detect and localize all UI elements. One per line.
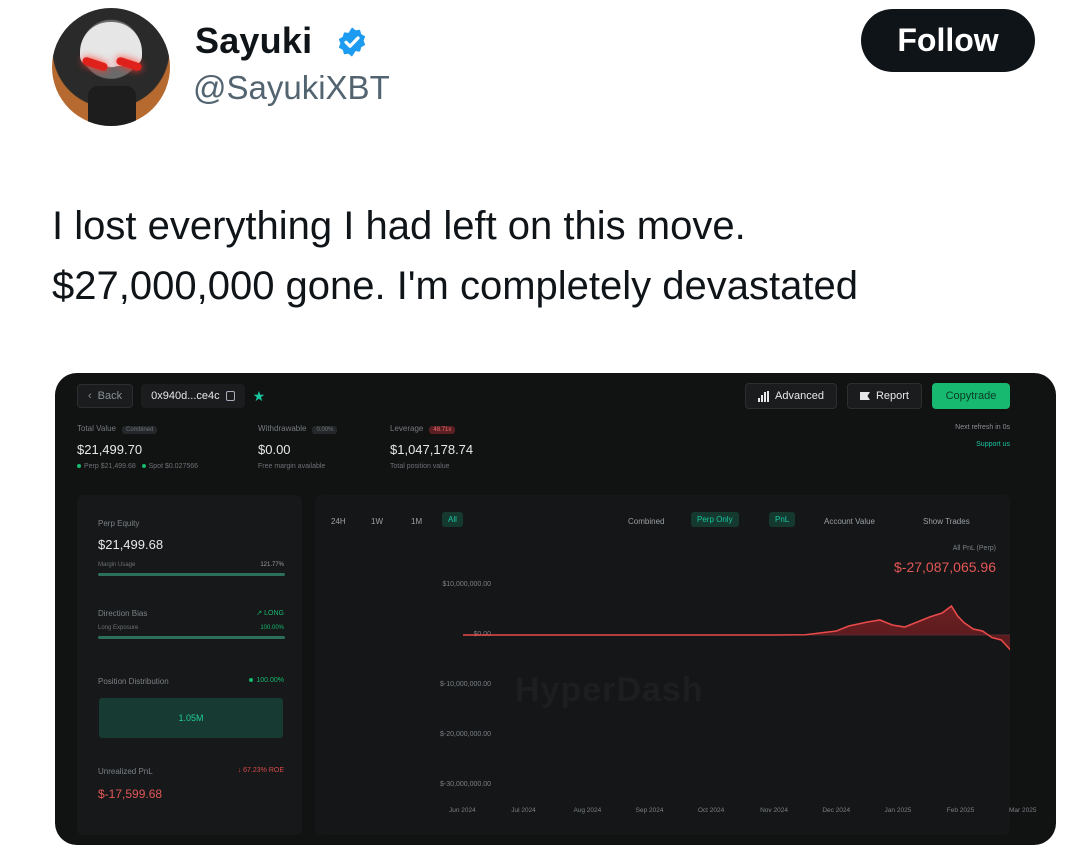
perp-equity-value: $21,499.68 bbox=[98, 537, 164, 552]
follow-button[interactable]: Follow bbox=[861, 9, 1035, 72]
flag-icon bbox=[859, 392, 870, 400]
total-value-label-text: Total Value bbox=[77, 424, 116, 433]
withdrawable-value: $0.00 bbox=[258, 442, 291, 457]
leverage-tag: 48.71x bbox=[429, 426, 456, 434]
wallet-address-text: 0x940d...ce4c bbox=[151, 390, 220, 402]
attached-image[interactable]: ‹ Back 0x940d...ce4c ★ Advanced Report C… bbox=[55, 373, 1056, 845]
copy-icon[interactable] bbox=[225, 391, 235, 401]
tweet-text: I lost everything I had left on this mov… bbox=[52, 196, 1042, 316]
distribution-bar[interactable]: 1.05M bbox=[99, 698, 283, 738]
margin-usage-label: Margin Usage bbox=[98, 562, 136, 568]
withdrawable-label-text: Withdrawable bbox=[258, 424, 307, 433]
withdrawable-tag: 0.00% bbox=[312, 426, 338, 434]
advanced-button[interactable]: Advanced bbox=[745, 383, 837, 409]
margin-usage-bar bbox=[98, 573, 285, 576]
unrealized-pnl-label: Unrealized PnL bbox=[98, 767, 153, 776]
direction-bias-value: ↗ LONG bbox=[256, 609, 284, 617]
avatar[interactable] bbox=[52, 8, 170, 126]
perp-breakdown: Perp $21,499.68 bbox=[84, 463, 136, 470]
unrealized-roe: ↓ 67.23% ROE bbox=[238, 767, 284, 774]
back-label: Back bbox=[97, 390, 123, 402]
unrealized-roe-text: 67.23% ROE bbox=[243, 767, 284, 774]
unrealized-pnl-value: $-17,599.68 bbox=[98, 787, 163, 801]
perp-equity-label: Perp Equity bbox=[98, 519, 140, 528]
verified-badge-icon bbox=[338, 27, 366, 57]
trend-up-icon: ↗ bbox=[256, 610, 265, 617]
leverage-label: Leverage 48.71x bbox=[390, 424, 456, 434]
withdrawable-sub: Free margin available bbox=[258, 463, 326, 470]
next-refresh: Next refresh in 0s bbox=[955, 424, 1010, 431]
total-value: $21,499.70 bbox=[77, 442, 143, 457]
leverage-value: $1,047,178.74 bbox=[390, 442, 474, 457]
support-link[interactable]: Support us bbox=[976, 441, 1010, 448]
long-exposure-label: Long Exposure bbox=[98, 625, 139, 631]
star-icon[interactable]: ★ bbox=[253, 388, 266, 405]
wallet-address[interactable]: 0x940d...ce4c bbox=[141, 384, 245, 408]
back-button[interactable]: ‹ Back bbox=[77, 384, 134, 408]
pnl-area bbox=[463, 606, 1010, 650]
green-dot-icon bbox=[249, 678, 254, 682]
dashboard-actions: Advanced Report Copytrade bbox=[745, 383, 1010, 409]
avatar-body bbox=[88, 86, 136, 126]
leverage-sub: Total position value bbox=[390, 463, 450, 470]
total-value-tag[interactable]: Combined bbox=[122, 426, 158, 434]
total-value-label: Total Value Combined bbox=[77, 424, 158, 434]
spot-breakdown: Spot $0.027566 bbox=[148, 463, 199, 470]
direction-bias-label: Direction Bias bbox=[98, 609, 148, 618]
advanced-label: Advanced bbox=[775, 390, 824, 402]
report-label: Report bbox=[875, 390, 909, 402]
total-value-breakdown: Perp $21,499.68 Spot $0.027566 bbox=[77, 463, 198, 470]
dashboard-topbar: ‹ Back 0x940d...ce4c ★ bbox=[77, 383, 265, 409]
position-distribution-text: 100.00% bbox=[256, 677, 284, 684]
spot-dot-icon bbox=[141, 464, 146, 468]
leverage-label-text: Leverage bbox=[390, 424, 424, 433]
tweet-text-line-1: I lost everything I had left on this mov… bbox=[52, 204, 746, 248]
x-tick-label: Mar 2025 bbox=[1009, 807, 1037, 814]
report-button[interactable]: Report bbox=[846, 383, 922, 409]
margin-usage-value: 121.77% bbox=[260, 562, 284, 568]
copytrade-button[interactable]: Copytrade bbox=[932, 383, 1010, 409]
chevron-left-icon: ‹ bbox=[88, 390, 92, 402]
position-distribution-value: 100.00% bbox=[249, 677, 284, 684]
withdrawable-label: Withdrawable 0.00% bbox=[258, 424, 338, 434]
long-exposure-value: 100.00% bbox=[260, 625, 284, 631]
tweet-text-line-2: $27,000,000 gone. I'm completely devasta… bbox=[52, 264, 858, 308]
user-handle[interactable]: @SayukiXBT bbox=[193, 69, 390, 107]
account-summary-panel: Perp Equity $21,499.68 Margin Usage 121.… bbox=[77, 495, 302, 835]
pnl-chart-panel: 24H 1W 1M All Combined Perp Only PnL Acc… bbox=[315, 495, 1036, 835]
display-name[interactable]: Sayuki bbox=[195, 20, 312, 62]
perp-dot-icon bbox=[77, 464, 81, 468]
long-exposure-bar bbox=[98, 636, 285, 639]
direction-bias-text: LONG bbox=[264, 610, 284, 617]
position-distribution-label: Position Distribution bbox=[98, 677, 169, 686]
bar-chart-icon bbox=[758, 390, 770, 402]
pnl-chart[interactable] bbox=[315, 495, 1010, 835]
